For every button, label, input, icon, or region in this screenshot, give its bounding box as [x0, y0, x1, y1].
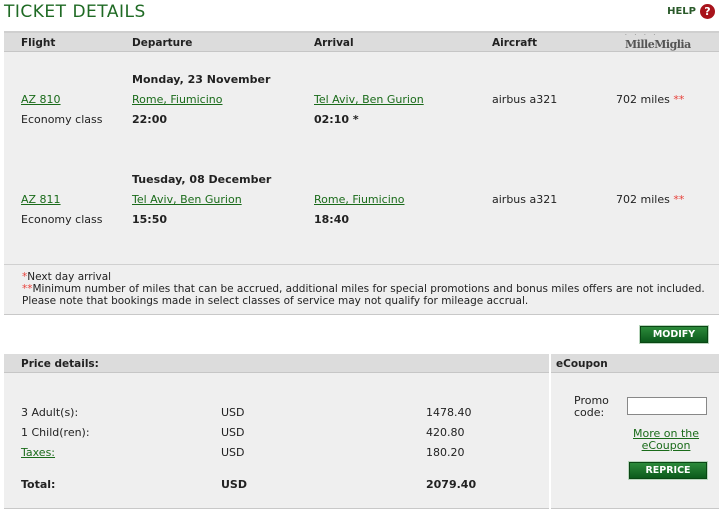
arrival-city-link[interactable]: Rome, Fiumicino [314, 193, 405, 206]
arrival-time: 02:10 * [314, 113, 359, 126]
total-label: Total: [21, 478, 56, 491]
departure-city-link[interactable]: Tel Aviv, Ben Gurion [132, 193, 242, 206]
flight-date: Monday, 23 November [132, 73, 271, 86]
modify-button[interactable]: MODIFY [640, 326, 708, 343]
col-departure: Departure [132, 37, 193, 49]
next-day-note: *Next day arrival [22, 271, 112, 283]
flight-number-link[interactable]: AZ 811 [21, 193, 61, 206]
price-row-amount: 180.20 [426, 446, 465, 459]
price-header: Price details: [4, 354, 549, 373]
col-aircraft: Aircraft [492, 37, 537, 49]
ecoupon-header: eCoupon [551, 354, 719, 373]
price-row-currency: USD [221, 406, 245, 419]
price-row-amount: 420.80 [426, 426, 465, 439]
price-row-amount: 1478.40 [426, 406, 472, 419]
departure-city-link[interactable]: Rome, Fiumicino [132, 93, 223, 106]
travel-class: Economy class [21, 113, 103, 126]
price-row-label: 3 Adult(s): [21, 406, 79, 419]
flight-miles: 702 miles ** [616, 193, 685, 206]
help-link[interactable]: HELP ? [667, 4, 715, 19]
arrival-city-link[interactable]: Tel Aviv, Ben Gurion [314, 93, 424, 106]
miles-note: **Minimum number of miles that can be ac… [22, 283, 705, 307]
price-row-label: 1 Child(ren): [21, 426, 90, 439]
price-details-panel: Price details: 3 Adult(s): USD 1478.40 1… [4, 354, 549, 509]
help-label: HELP [667, 6, 696, 17]
taxes-link[interactable]: Taxes: [21, 446, 55, 459]
millemiglia-logo: MilleMiglia · · · · [625, 32, 691, 51]
price-row-currency: USD [221, 426, 245, 439]
flight-date: Tuesday, 08 December [132, 173, 272, 186]
promo-code-input[interactable] [627, 397, 707, 415]
total-currency: USD [221, 478, 247, 491]
aircraft-type: airbus a321 [492, 93, 558, 106]
ecoupon-panel: eCoupon Promo code: More on the eCoupon … [551, 354, 719, 509]
total-amount: 2079.40 [426, 478, 477, 491]
departure-time: 15:50 [132, 213, 168, 226]
more-ecoupon-link[interactable]: More on the eCoupon [633, 428, 699, 452]
departure-time: 22:00 [132, 113, 168, 126]
promo-code-label: Promo code: [574, 394, 609, 419]
footnotes: *Next day arrival **Minimum number of mi… [22, 271, 712, 307]
col-arrival: Arrival [314, 37, 354, 49]
flight-miles: 702 miles ** [616, 93, 685, 106]
travel-class: Economy class [21, 213, 103, 226]
col-flight: Flight [21, 37, 56, 49]
flights-header: Flight Departure Arrival Aircraft MilleM… [4, 32, 719, 52]
reprice-button[interactable]: REPRICE [629, 462, 707, 479]
flight-number-link[interactable]: AZ 810 [21, 93, 61, 106]
help-icon[interactable]: ? [700, 4, 715, 19]
price-row-currency: USD [221, 446, 245, 459]
flights-panel: Flight Departure Arrival Aircraft MilleM… [4, 32, 719, 315]
arrival-time: 18:40 [314, 213, 350, 226]
page-title: TICKET DETAILS [4, 2, 146, 22]
notes-divider [4, 264, 719, 265]
aircraft-type: airbus a321 [492, 193, 558, 206]
